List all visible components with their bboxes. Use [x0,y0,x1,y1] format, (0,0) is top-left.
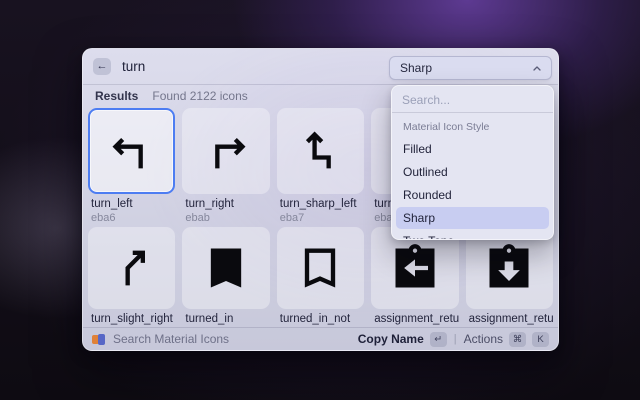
k-key-badge: K [532,332,549,347]
icon-codepoint-label: eba7 [280,212,364,224]
icon-grid-cell: turned_in_not [277,227,364,325]
material-icon-glyph [106,242,158,294]
results-count: Found 2122 icons [152,89,247,103]
material-icon-glyph [294,125,346,177]
window-header: ← turn Sharp [83,49,558,85]
material-icon-glyph [200,125,252,177]
actions-button[interactable]: Actions [464,332,503,346]
results-header: Results Found 2122 icons [95,89,248,103]
style-dropdown-panel: Material Icon Style FilledOutlinedRounde… [391,85,554,240]
material-icon-glyph [106,125,158,177]
command-key-badge: ⌘ [509,332,526,347]
back-button[interactable]: ← [93,58,111,75]
icon-grid-cell: turn_sharp_left eba7 [277,108,364,224]
search-query-text[interactable]: turn [122,59,145,74]
dropdown-search-input[interactable] [402,93,543,107]
icon-codepoint-label: ebab [185,212,269,224]
icon-grid-cell: turn_slight_right [88,227,175,325]
copy-name-button[interactable]: Copy Name [358,332,424,346]
results-label: Results [95,89,138,103]
icon-name-label: turned_in [185,313,269,325]
icon-card[interactable] [88,108,175,194]
icon-grid-cell: turned_in [182,227,269,325]
icon-name-label: assignment_returned [469,313,553,325]
icon-search-window: ← turn Sharp Results Found 2122 icons tu… [82,48,559,351]
footer-actions: Copy Name ↵ | Actions ⌘ K [358,332,549,347]
back-arrow-icon: ← [97,61,108,72]
material-icon-glyph [200,242,252,294]
icon-name-label: turn_sharp_left [280,198,364,210]
icon-name-label: turn_left [91,198,175,210]
material-icon-glyph [483,242,535,294]
icon-card[interactable] [277,227,364,309]
icon-grid-cell: assignment_returned [466,227,553,325]
material-icon-glyph [389,242,441,294]
icon-name-label: turn_right [185,198,269,210]
icon-card[interactable] [182,108,269,194]
return-key-badge: ↵ [430,332,447,347]
dropdown-item-filled[interactable]: Filled [396,138,549,160]
style-select-value: Sharp [400,61,432,75]
material-icon-glyph [294,242,346,294]
dropdown-item-rounded[interactable]: Rounded [396,184,549,206]
dropdown-item-outlined[interactable]: Outlined [396,161,549,183]
chevron-up-icon [533,66,541,71]
icon-name-label: assignment_return [374,313,458,325]
icon-grid-cell: turn_right ebab [182,108,269,224]
dropdown-item-list: FilledOutlinedRoundedSharpTwo Tone [392,136,553,240]
dropdown-section-label: Material Icon Style [392,113,553,136]
extension-logo-icon [92,333,105,346]
dropdown-item-two-tone[interactable]: Two Tone [396,230,549,240]
icon-card[interactable] [277,108,364,194]
icon-codepoint-label: eba6 [91,212,175,224]
icon-name-label: turn_slight_right [91,313,175,325]
icon-grid-cell: assignment_return [371,227,458,325]
icon-name-label: turned_in_not [280,313,364,325]
icon-card[interactable] [182,227,269,309]
icon-card[interactable] [88,227,175,309]
dropdown-search [392,86,553,112]
desktop-background: ← turn Sharp Results Found 2122 icons tu… [0,0,640,400]
dropdown-item-sharp[interactable]: Sharp [396,207,549,229]
footer-app-label: Search Material Icons [113,332,229,346]
icon-grid-cell: turn_left eba6 [88,108,175,224]
footer-separator: | [454,333,457,345]
style-select-button[interactable]: Sharp [389,56,552,80]
footer-bar: Search Material Icons Copy Name ↵ | Acti… [83,327,558,350]
grid-row-2: turn_slight_right turned_in turned_in_no… [88,227,553,325]
